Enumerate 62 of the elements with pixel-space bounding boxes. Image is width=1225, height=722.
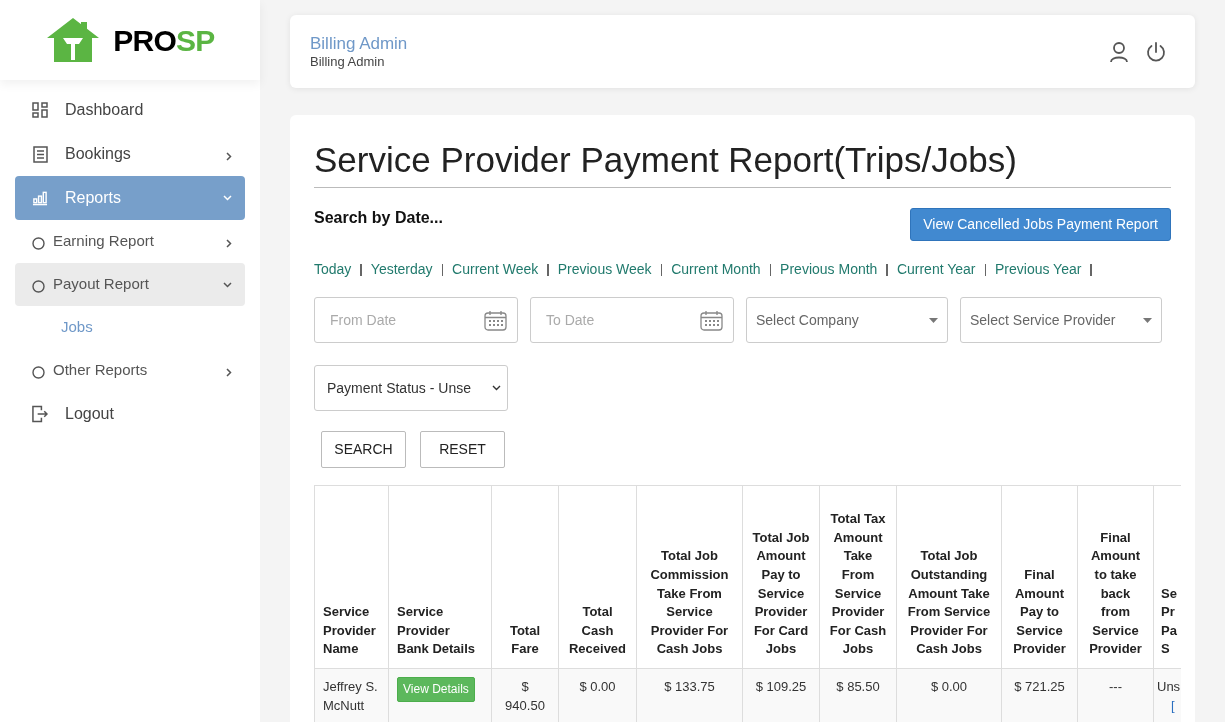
- item-label: Earning Report: [53, 231, 155, 252]
- circle-icon: [32, 236, 45, 250]
- date-range-link[interactable]: Previous Year: [995, 259, 1082, 280]
- sidebar-item[interactable]: Bookings: [15, 132, 245, 176]
- column-header: Se Pr Pa S: [1153, 485, 1181, 669]
- calendar-icon: [484, 309, 507, 331]
- item-label: Other Reports: [53, 360, 149, 381]
- column-header: Total Job Amount Pay to Service Provider For Card Jobs: [742, 485, 820, 669]
- sidebar-item[interactable]: Payout Report: [15, 263, 245, 306]
- column-header: Service Provider Name: [314, 485, 389, 669]
- date-range-link[interactable]: Previous Month: [780, 259, 878, 280]
- search-button[interactable]: SEARCH: [321, 431, 406, 468]
- column-header: Total Job Outstanding Amount Take From Service Provider For Cash Jobs: [896, 485, 1002, 669]
- item-label: Payout Report: [53, 274, 150, 295]
- dropdown-arrow-icon: [1143, 317, 1152, 323]
- date-range-link[interactable]: Current Year: [896, 259, 976, 280]
- item-label: Reports: [65, 188, 123, 208]
- date-range-link[interactable]: Yesterday: [370, 259, 433, 280]
- dropdown-arrow-icon: [929, 317, 938, 323]
- status-link[interactable]: [: [1171, 696, 1180, 715]
- page-title: Service Provider Payment Report(Trips/Jobs): [314, 139, 1171, 188]
- circle-icon: [32, 365, 45, 379]
- dropdown-field[interactable]: Select Service Provider: [960, 297, 1162, 343]
- column-header: Service Provider Bank Details: [388, 485, 492, 669]
- user-icon[interactable]: [1109, 40, 1129, 63]
- date-range-link[interactable]: Today: [314, 259, 352, 280]
- brand-name: PROSP: [113, 22, 215, 59]
- search-label: Search by Date...: [314, 208, 443, 228]
- sidebar-item[interactable]: Other Reports: [15, 349, 245, 392]
- date-range-link[interactable]: Current Month: [671, 259, 761, 280]
- item-label: Dashboard: [65, 100, 145, 120]
- column-header: Total Fare: [491, 485, 559, 669]
- submenu-link[interactable]: Jobs: [15, 306, 245, 349]
- column-header: Final Amount to take back from Service Provider: [1077, 485, 1154, 669]
- logout-icon: [32, 405, 48, 423]
- table-cell: Jeffrey S. McNutt: [314, 668, 389, 722]
- date-range-link[interactable]: Previous Week: [557, 259, 652, 280]
- column-header: Final Amount Pay to Service Provider: [1001, 485, 1078, 669]
- sidebar-item[interactable]: Reports: [15, 176, 245, 220]
- user-role: Billing Admin: [310, 54, 386, 71]
- calendar-icon: [700, 309, 723, 331]
- cancelled-report-button[interactable]: View Cancelled Jobs Payment Report: [910, 208, 1171, 241]
- sidebar-item[interactable]: Dashboard: [15, 88, 245, 132]
- document-icon: [32, 145, 48, 163]
- column-header: Total Cash Received: [558, 485, 637, 669]
- item-label: Logout: [65, 404, 115, 424]
- bar-chart-icon: [32, 190, 48, 206]
- reset-button[interactable]: RESET: [420, 431, 505, 468]
- chevron-down-icon: [492, 385, 501, 391]
- sidebar-item[interactable]: Logout: [15, 392, 245, 436]
- column-header: Total Tax Amount Take From Service Provider For Cash Jobs: [819, 485, 897, 669]
- status-dropdown[interactable]: Payment Status - Unse: [314, 365, 508, 411]
- table-cell-text: Uns: [1157, 678, 1181, 696]
- column-header: Total Job Commission Take From Service Provider For Cash Jobs: [636, 485, 743, 669]
- dashboard-icon: [32, 102, 48, 118]
- circle-icon: [32, 279, 45, 293]
- user-name: Billing Admin: [310, 32, 408, 54]
- date-range-link[interactable]: Current Week: [452, 259, 539, 280]
- sidebar-item[interactable]: Earning Report: [15, 220, 245, 263]
- power-icon[interactable]: [1145, 40, 1167, 63]
- item-label: Bookings: [65, 144, 132, 164]
- dropdown-field[interactable]: Select Company: [746, 297, 948, 343]
